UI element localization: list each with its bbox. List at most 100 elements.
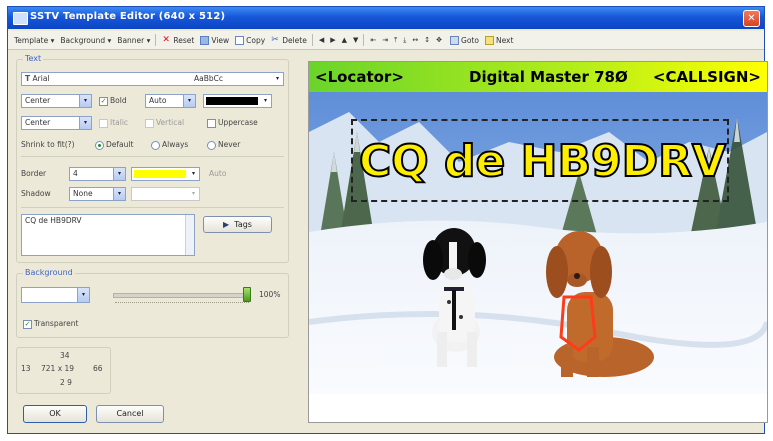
border-auto-label: Auto: [209, 169, 227, 178]
border-label: Border: [21, 169, 47, 178]
move-up-icon[interactable]: ▲: [342, 36, 347, 44]
opacity-slider-thumb[interactable]: [243, 287, 251, 302]
ok-button[interactable]: OK: [23, 405, 87, 423]
checkbox-icon: [99, 118, 108, 128]
chevron-down-icon: ▾: [188, 168, 199, 180]
app-icon: [13, 12, 28, 25]
position-group: 34 13 721 x 19 66 2 9: [16, 347, 111, 394]
template-preview[interactable]: <Locator> Digital Master 78Ø <CALLSIGN>: [308, 61, 768, 423]
copy-icon: [235, 35, 245, 45]
text-color-select[interactable]: ▾: [203, 94, 272, 108]
divider: [21, 207, 284, 208]
overlay-text[interactable]: CQ de HB9DRV: [358, 135, 727, 188]
textarea-scrollbar[interactable]: [185, 215, 194, 255]
position-right: 66: [93, 364, 103, 373]
banner-bar[interactable]: <Locator> Digital Master 78Ø <CALLSIGN>: [309, 62, 767, 92]
position-top: 34: [60, 351, 70, 360]
chevron-down-icon: ▾: [113, 188, 125, 200]
chevron-down-icon: ▾: [79, 95, 91, 107]
radio-icon: [207, 140, 216, 150]
checkbox-icon: [207, 118, 216, 128]
horizontal-align-select[interactable]: Center ▾: [21, 94, 92, 108]
delete-button[interactable]: ✂ Delete: [271, 34, 307, 45]
opacity-slider-ticks: [115, 302, 249, 305]
opacity-slider-track[interactable]: [113, 293, 251, 298]
font-preview: AaBbCc: [194, 74, 223, 83]
align-bottom-icon[interactable]: ⤓: [403, 36, 406, 45]
background-group: Background ▾ 100% ✓ Transparent: [16, 268, 289, 338]
font-icon: T: [25, 74, 31, 83]
reset-button[interactable]: ✕ Reset: [162, 34, 194, 45]
view-icon: [200, 35, 210, 45]
text-group-legend: Text: [23, 54, 44, 63]
next-page-icon: [484, 35, 494, 45]
shrink-default-radio[interactable]: Default: [95, 140, 133, 150]
chevron-down-icon: ▾: [77, 288, 89, 302]
shadow-select[interactable]: None ▾: [69, 187, 126, 201]
template-editor-window: SSTV Template Editor (640 x 512) ✕ Templ…: [7, 6, 768, 434]
toolbar-separator: [363, 34, 365, 46]
text-group: Text T Arial AaBbCc ▾ Center ▾ ✓ Bold Auto…: [16, 54, 289, 263]
toolbar-separator: [311, 34, 313, 46]
position-bottom: 2 9: [60, 378, 72, 387]
shadow-label: Shadow: [21, 189, 51, 198]
transparent-checkbox[interactable]: ✓ Transparent: [23, 319, 78, 329]
banner-locator: <Locator>: [315, 68, 404, 86]
text-content-input[interactable]: CQ de HB9DRV: [21, 214, 195, 256]
checkbox-checked-icon: ✓: [23, 319, 32, 329]
shrink-to-fit-label: Shrink to fit(?): [21, 140, 75, 149]
font-size-select[interactable]: Auto ▾: [145, 94, 196, 108]
grid-icon: [450, 35, 460, 45]
view-button[interactable]: View: [200, 35, 229, 45]
align-top-icon[interactable]: ⤒: [394, 36, 397, 45]
position-size: 721 x 19: [41, 364, 75, 373]
toolbar-separator: [155, 34, 157, 46]
chevron-down-icon: ▾: [113, 168, 125, 180]
reset-x-icon: ✕: [162, 34, 170, 45]
background-menu[interactable]: Background ▾: [60, 36, 111, 45]
scissors-icon: ✂: [271, 34, 279, 45]
uppercase-checkbox[interactable]: Uppercase: [207, 118, 258, 128]
checkbox-checked-icon: ✓: [99, 96, 108, 106]
divider: [21, 156, 284, 157]
center-vertical-icon[interactable]: ↕: [424, 36, 430, 44]
cancel-button[interactable]: Cancel: [96, 405, 164, 423]
align-right-icon[interactable]: ⇥: [382, 36, 388, 44]
chevron-down-icon: ▾: [272, 73, 283, 85]
shrink-never-radio[interactable]: Never: [207, 140, 240, 150]
play-icon: ▶: [223, 220, 230, 229]
checkbox-icon: [145, 118, 154, 128]
move-down-icon[interactable]: ▼: [353, 36, 358, 44]
copy-button[interactable]: Copy: [235, 35, 265, 45]
close-button[interactable]: ✕: [743, 10, 760, 27]
font-select[interactable]: T Arial AaBbCc ▾: [21, 72, 284, 86]
background-color-select[interactable]: ▾: [21, 287, 90, 303]
banner-menu[interactable]: Banner ▾: [117, 36, 150, 45]
border-width-select[interactable]: 4 ▾: [69, 167, 126, 181]
shrink-always-radio[interactable]: Always: [151, 140, 188, 150]
background-photo: CQ de HB9DRV: [309, 92, 767, 394]
border-color-select[interactable]: ▾: [131, 167, 200, 181]
position-left: 13: [21, 364, 31, 373]
bold-checkbox[interactable]: ✓ Bold: [99, 96, 127, 106]
align-left-icon[interactable]: ⇤: [370, 36, 376, 44]
banner-callsign: <CALLSIGN>: [652, 68, 761, 86]
center-horizontal-icon[interactable]: ↔: [412, 36, 418, 44]
center-both-icon[interactable]: ✥: [436, 36, 442, 44]
tags-button[interactable]: ▶ Tags: [203, 216, 272, 233]
opacity-value: 100%: [259, 290, 281, 299]
vertical-align-select[interactable]: Center ▾: [21, 116, 92, 130]
move-left-icon[interactable]: ◀: [319, 36, 324, 44]
goto-button[interactable]: Goto: [450, 35, 479, 45]
background-group-legend: Background: [23, 268, 75, 277]
move-right-icon[interactable]: ▶: [330, 36, 335, 44]
vertical-checkbox[interactable]: Vertical: [145, 118, 184, 128]
next-button[interactable]: Next: [484, 35, 513, 45]
chevron-down-icon: ▾: [188, 188, 199, 200]
italic-checkbox[interactable]: Italic: [99, 118, 128, 128]
chevron-down-icon: ▾: [79, 117, 91, 129]
border-color-swatch: [134, 170, 186, 178]
radio-selected-icon: [95, 140, 104, 150]
chevron-down-icon: ▾: [183, 95, 195, 107]
template-menu[interactable]: Template ▾: [14, 36, 54, 45]
